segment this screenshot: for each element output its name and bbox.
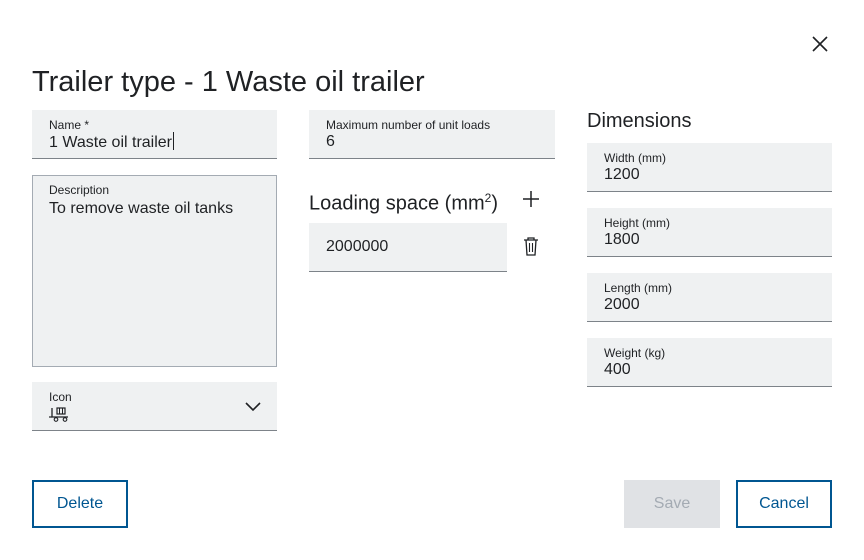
dialog-title: Trailer type - 1 Waste oil trailer: [32, 66, 425, 98]
length-field[interactable]: Length (mm) 2000: [587, 273, 832, 322]
max-unit-loads-value: 6: [326, 133, 335, 150]
name-value: 1 Waste oil trailer: [49, 134, 172, 151]
icon-label: Icon: [49, 390, 72, 404]
max-unit-loads-label: Maximum number of unit loads: [326, 118, 491, 132]
loading-space-heading-text: Loading space (mm: [309, 192, 485, 215]
cancel-button[interactable]: Cancel: [736, 480, 832, 528]
text-cursor: [173, 132, 174, 150]
width-value: 1200: [604, 166, 640, 183]
description-textarea[interactable]: Description To remove waste oil tanks: [32, 175, 277, 367]
dimensions-heading: Dimensions: [587, 110, 692, 132]
length-label: Length (mm): [604, 281, 673, 295]
loading-space-heading: Loading space (mm2): [309, 186, 498, 216]
trash-icon: [524, 237, 538, 256]
loading-space-heading-end: ): [491, 192, 499, 215]
add-loading-space-button[interactable]: [520, 188, 542, 210]
max-unit-loads-field[interactable]: Maximum number of unit loads 6: [309, 110, 555, 159]
trailer-icon: [49, 405, 71, 428]
close-button[interactable]: [806, 30, 834, 58]
loading-space-value: 2000000: [326, 238, 389, 255]
chevron-down-icon: [244, 399, 262, 417]
weight-field[interactable]: Weight (kg) 400: [587, 338, 832, 387]
name-input[interactable]: 1 Waste oil trailer: [49, 132, 174, 153]
weight-label: Weight (kg): [604, 346, 666, 360]
name-field[interactable]: Name * 1 Waste oil trailer: [32, 110, 277, 159]
loading-space-field[interactable]: 2000000: [309, 223, 507, 272]
weight-value: 400: [604, 361, 631, 378]
length-value: 2000: [604, 296, 640, 313]
close-icon: [812, 36, 828, 52]
width-label: Width (mm): [604, 151, 666, 165]
name-label: Name *: [49, 118, 90, 132]
delete-loading-space-button[interactable]: [519, 234, 543, 258]
icon-select[interactable]: Icon: [32, 382, 277, 431]
height-value: 1800: [604, 231, 640, 248]
plus-icon: [523, 191, 539, 207]
height-label: Height (mm): [604, 216, 671, 230]
save-button[interactable]: Save: [624, 480, 720, 528]
width-field[interactable]: Width (mm) 1200: [587, 143, 832, 192]
delete-button[interactable]: Delete: [32, 480, 128, 528]
height-field[interactable]: Height (mm) 1800: [587, 208, 832, 257]
description-value: To remove waste oil tanks: [49, 200, 234, 217]
description-label: Description: [49, 183, 110, 197]
